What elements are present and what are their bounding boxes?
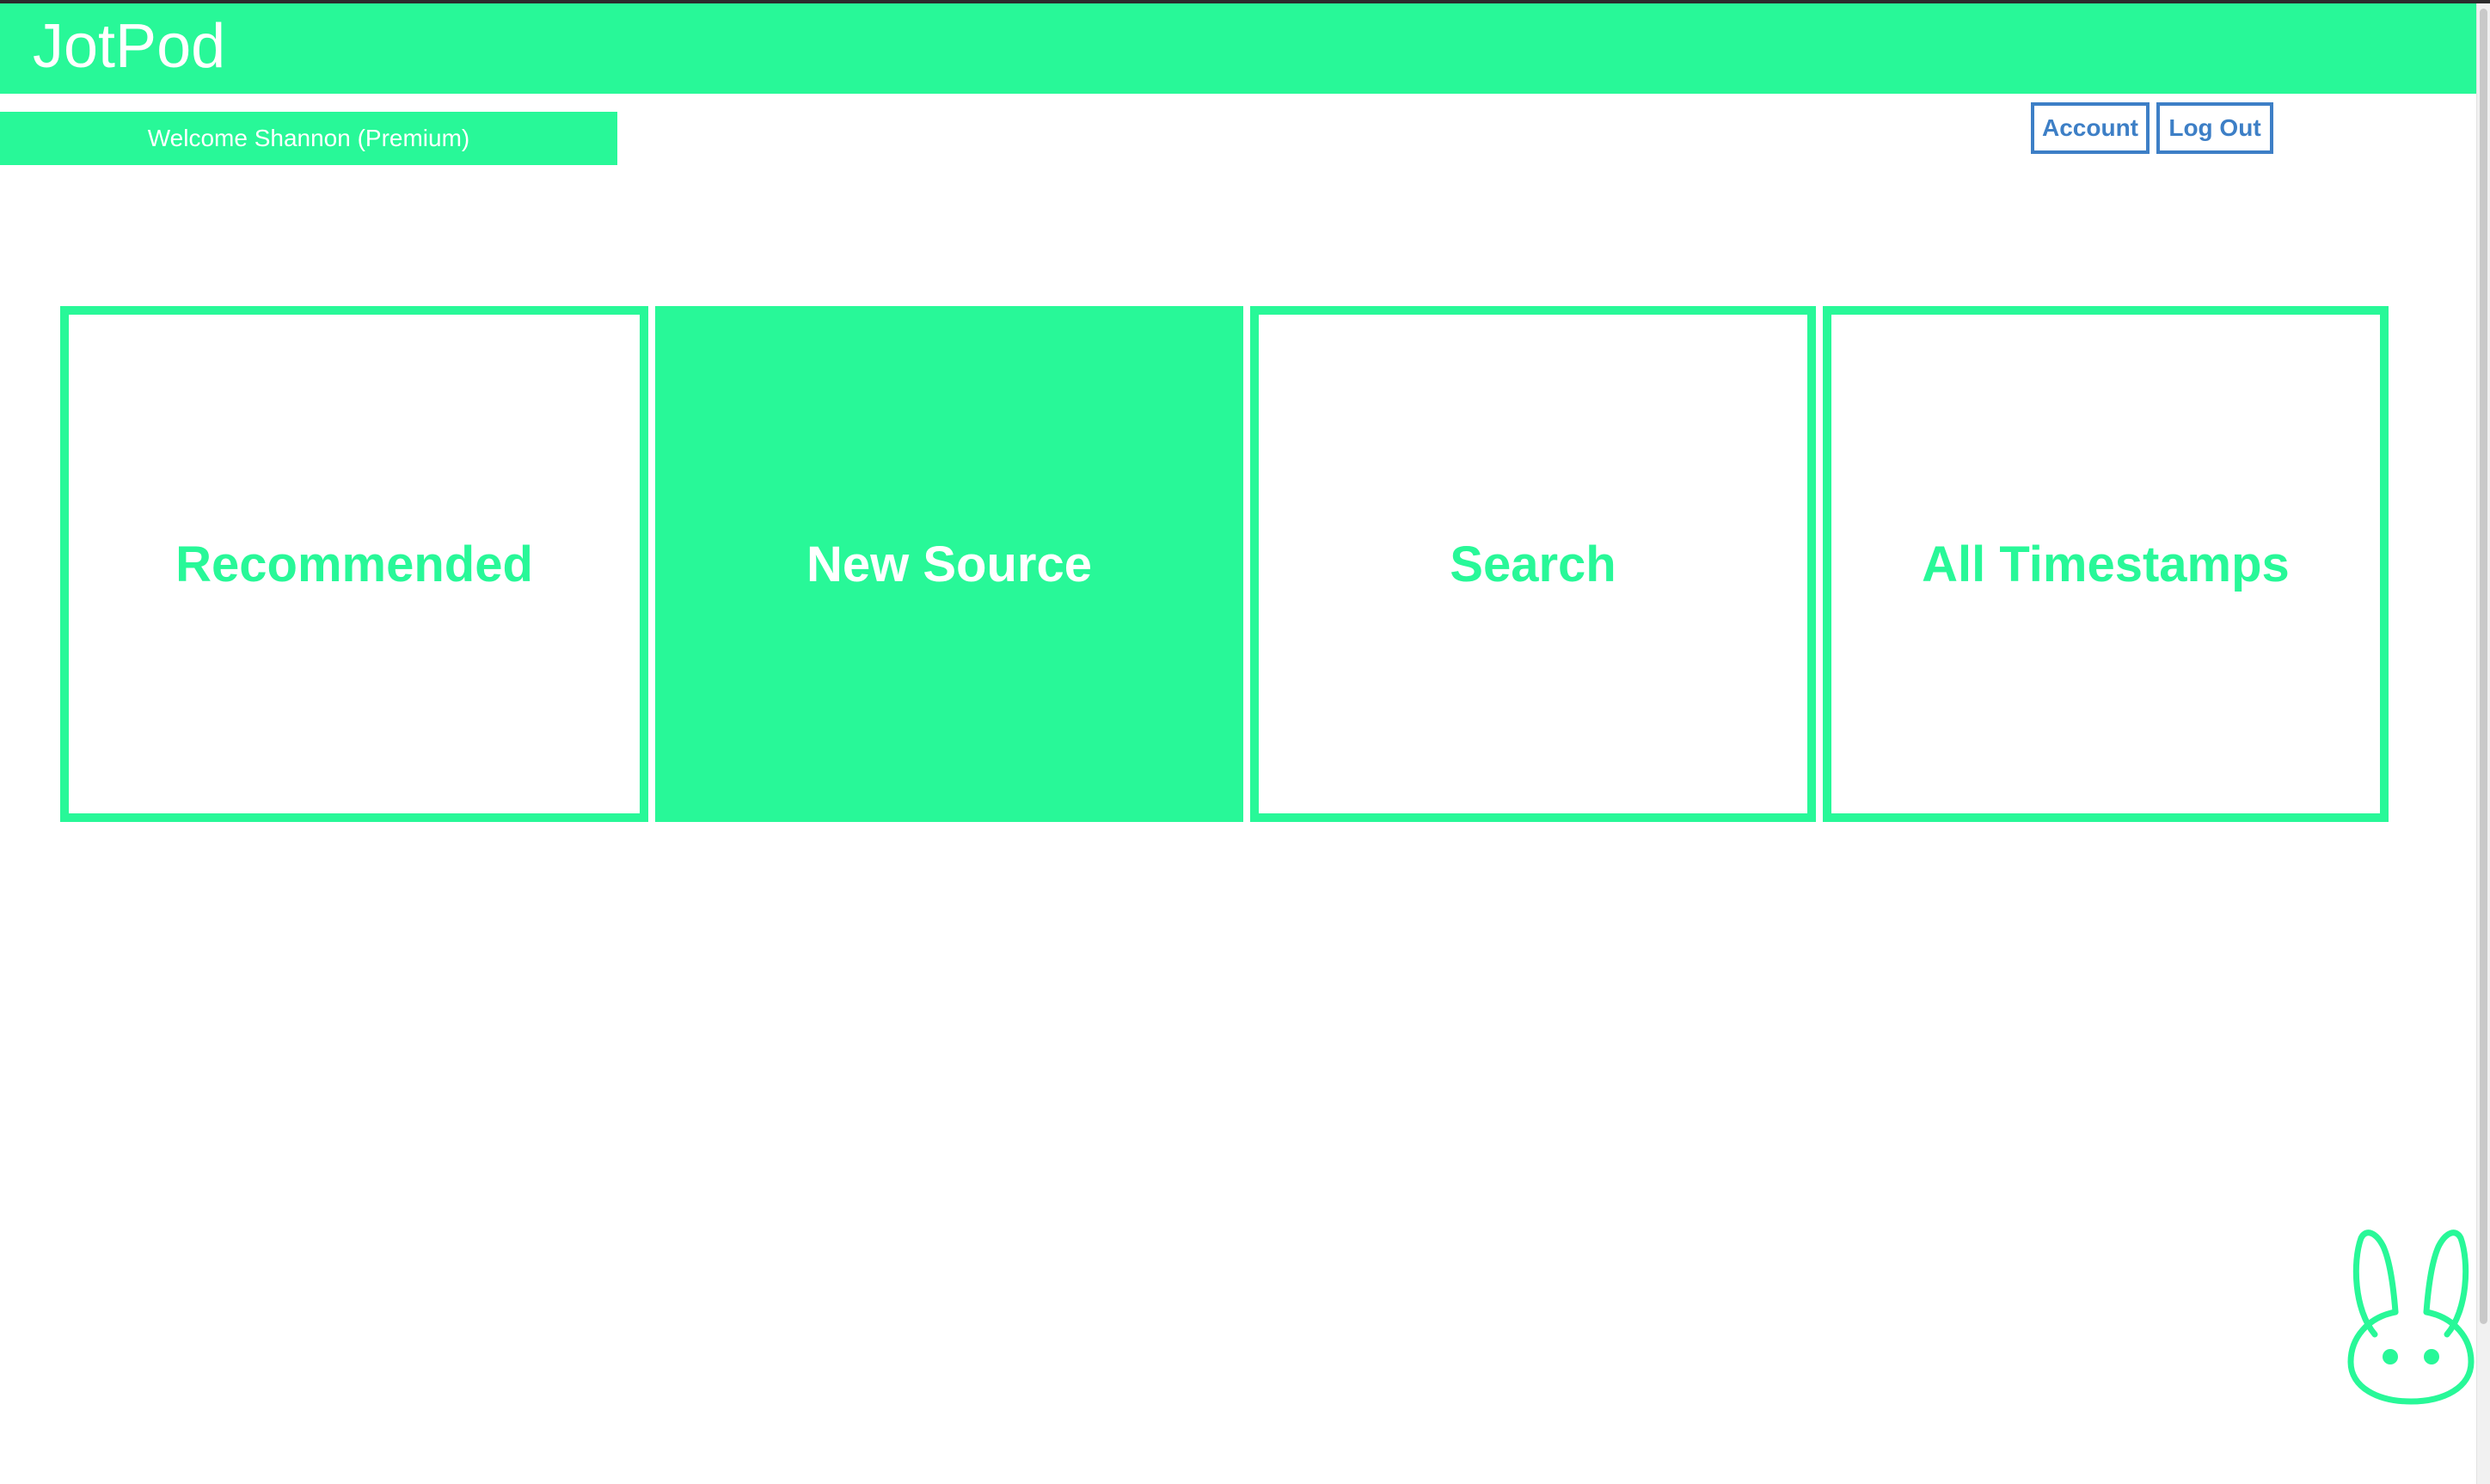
all-timestamps-tile[interactable]: All Timestamps — [1823, 306, 2389, 822]
recommended-tile[interactable]: Recommended — [60, 306, 648, 822]
bunny-icon — [2347, 1230, 2475, 1405]
welcome-banner: Welcome Shannon (Premium) — [0, 112, 617, 165]
app-logo[interactable]: JotPod — [33, 15, 225, 77]
app-header: JotPod — [0, 3, 2476, 94]
new-source-tile[interactable]: New Source — [655, 306, 1243, 822]
logout-button[interactable]: Log Out — [2156, 102, 2273, 154]
account-button[interactable]: Account — [2031, 102, 2150, 154]
scrollbar-thumb[interactable] — [2480, 9, 2487, 1324]
search-tile[interactable]: Search — [1250, 306, 1816, 822]
vertical-scrollbar[interactable] — [2476, 3, 2490, 1484]
